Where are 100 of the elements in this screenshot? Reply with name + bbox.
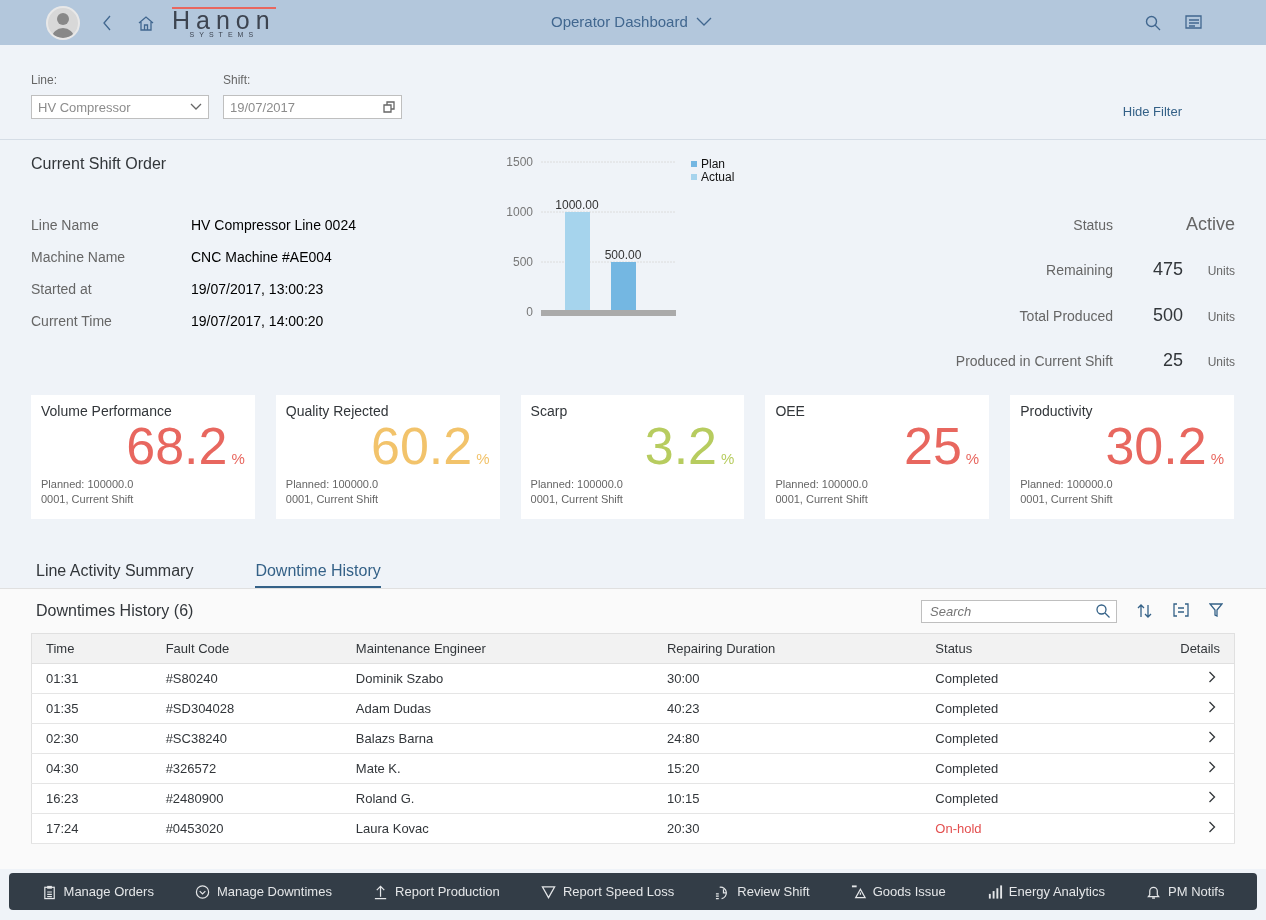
column-header[interactable]: Time: [31, 633, 152, 664]
column-header[interactable]: Details: [1100, 633, 1235, 664]
search-icon[interactable]: [1145, 14, 1161, 31]
table-cell: Roland G.: [341, 783, 653, 814]
clipboard-icon: [41, 883, 58, 900]
home-icon[interactable]: [138, 14, 154, 31]
page-title-menu[interactable]: Operator Dashboard: [551, 13, 712, 30]
chevron-right-icon[interactable]: [1208, 731, 1216, 743]
hide-filter-link[interactable]: Hide Filter: [1122, 104, 1182, 119]
stat-unit: Units: [1206, 354, 1235, 369]
stat-unit: Units: [1206, 309, 1235, 324]
check-circle-icon: [195, 883, 211, 900]
table-cell: Completed: [921, 693, 1101, 724]
table-cell: 16:23: [31, 783, 152, 814]
footer-action[interactable]: Goods Issue: [846, 879, 950, 904]
table-title: Downtimes History (6): [36, 602, 194, 620]
table-cell: #0453020: [151, 813, 342, 844]
detail-value: 19/07/2017, 14:00:20: [191, 313, 325, 329]
detail-label: Started at: [31, 281, 93, 297]
legend-label: Actual: [701, 170, 735, 184]
table-cell: 30:00: [652, 663, 922, 694]
axis-label: 1000: [506, 205, 533, 219]
data-label: 500.00: [604, 248, 642, 262]
kpi-tile[interactable]: Scarp 3.2% Planned: 100000.0 0001, Current Shift: [520, 395, 745, 519]
field-label: Shift:: [223, 73, 252, 87]
chevron-right-icon[interactable]: [1208, 701, 1216, 713]
kpi-tile[interactable]: Volume Performance 68.2% Planned: 100000.0 0001, Current Shift: [31, 395, 255, 519]
sort-icon[interactable]: [1137, 603, 1153, 619]
search-icon[interactable]: [1096, 604, 1110, 618]
table-cell: On-hold: [921, 813, 1101, 844]
avatar[interactable]: [46, 5, 80, 40]
column-header[interactable]: Fault Code: [151, 633, 342, 664]
caret-icon: [190, 103, 202, 111]
footer-action[interactable]: Report Production: [369, 879, 504, 904]
tile-value: 3.2: [644, 417, 718, 475]
table-cell: 04:30: [31, 753, 152, 784]
table-cell: 24:80: [652, 723, 922, 754]
line-select[interactable]: HV Compressor: [31, 95, 209, 119]
chevron-right-icon[interactable]: [1208, 671, 1216, 683]
table-cell: Dominik Szabo: [341, 663, 653, 694]
footer-action[interactable]: Review Shift: [711, 879, 814, 904]
logo-name: Hanon: [172, 7, 276, 31]
kpi-tile[interactable]: Quality Rejected 60.2% Planned: 100000.0 0001, Current Shift: [275, 395, 500, 519]
search-field[interactable]: Search: [921, 599, 1117, 623]
tile-value: 30.2: [1105, 417, 1207, 475]
tile-footer: Planned: 100000.0 0001, Current Shift: [530, 477, 735, 507]
tab[interactable]: Line Activity Summary: [36, 550, 194, 588]
chart-bar: [611, 262, 636, 310]
tile-value: 25: [904, 417, 962, 475]
tile-title: Scarp: [530, 403, 569, 419]
table-cell: Balazs Barna: [341, 723, 653, 754]
tile-unit: %: [1210, 450, 1224, 467]
detail-label: Current Time: [31, 313, 113, 329]
stat-value: 25: [1161, 349, 1183, 371]
table-cell: 01:35: [31, 693, 152, 724]
footer-action[interactable]: Manage Downtimes: [191, 879, 336, 904]
footer-action[interactable]: PM Notifs: [1142, 879, 1229, 904]
kpi-tile[interactable]: Productivity 30.2% Planned: 100000.0 0001, Current Shift: [1010, 395, 1234, 519]
group-icon[interactable]: [1173, 603, 1189, 617]
search-input[interactable]: Search: [928, 602, 1096, 620]
data-label: 1000.00: [555, 198, 599, 212]
field-label: Line:: [31, 73, 59, 87]
tile-title: Volume Performance: [41, 403, 173, 419]
table-cell: Completed: [921, 783, 1101, 814]
footer-action[interactable]: Manage Orders: [37, 879, 158, 904]
table-cell: Completed: [921, 753, 1101, 784]
stat-label: Remaining: [1045, 262, 1113, 279]
date-field[interactable]: 19/07/2017: [223, 95, 402, 119]
tile-unit: %: [721, 450, 735, 467]
table-cell: 17:24: [31, 813, 152, 844]
column-header[interactable]: Status: [921, 633, 1101, 664]
chevron-right-icon[interactable]: [1208, 791, 1216, 803]
footer-action[interactable]: Report Speed Loss: [536, 879, 679, 904]
status-value: Active: [1184, 214, 1235, 235]
chevron-right-icon[interactable]: [1208, 761, 1216, 773]
warning-icon: [850, 883, 867, 900]
column-header[interactable]: Maintenance Engineer: [341, 633, 653, 664]
tile-unit: %: [231, 450, 245, 467]
stat-label: Produced in Current Shift: [954, 352, 1113, 369]
tile-footer: Planned: 100000.0 0001, Current Shift: [775, 477, 980, 507]
column-header[interactable]: Repairing Duration: [652, 633, 922, 664]
detail-label: Machine Name: [31, 249, 127, 265]
axis-label: 0: [526, 305, 533, 319]
bar-chart-icon: [986, 883, 1003, 900]
legend-label: Plan: [701, 157, 726, 171]
table-cell: #2480900: [151, 783, 342, 814]
tile-title: Productivity: [1020, 403, 1094, 419]
detail-value: HV Compressor Line 0024: [191, 217, 357, 233]
chevron-right-icon[interactable]: [1208, 821, 1216, 833]
table-cell: #SC38240: [151, 723, 342, 754]
tile-unit: %: [965, 450, 980, 467]
kpi-tile[interactable]: OEE 25% Planned: 100000.0 0001, Current Shift: [765, 395, 990, 519]
filter-icon[interactable]: [1209, 603, 1223, 617]
tile-title: OEE: [775, 403, 806, 419]
back-icon[interactable]: [102, 14, 112, 31]
tile-value: 68.2: [126, 417, 228, 475]
caret-icon: [695, 16, 712, 27]
table-cell: #SD304028: [151, 693, 342, 724]
legend-swatch: [691, 161, 697, 167]
footer-action[interactable]: Energy Analytics: [982, 879, 1109, 904]
